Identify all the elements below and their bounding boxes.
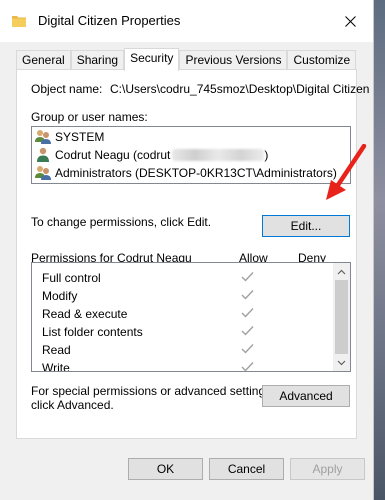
tab-security[interactable]: Security [124,48,180,71]
tab-previous-versions[interactable]: Previous Versions [179,50,288,70]
permission-row: Full control [32,269,332,287]
user-name: SYSTEM [55,130,105,144]
user-name: Administrators (DESKTOP-0KR13CT\Administ… [55,166,337,180]
scroll-thumb[interactable] [335,280,348,354]
list-item-codrut[interactable]: Codrut Neagu (codrut ) [34,146,269,164]
advanced-hint-line2: click Advanced. [31,398,114,412]
permissions-list[interactable]: Full control Modify Read & execute List … [31,262,351,372]
list-item-administrators[interactable]: Administrators (DESKTOP-0KR13CT\Administ… [34,164,337,182]
permissions-scrollbar[interactable] [333,263,350,371]
permission-row: Read & execute [32,305,332,323]
permission-row: Write [32,359,332,372]
group-users-icon [35,166,51,180]
desktop-background [373,0,385,500]
chevron-down-icon [337,360,346,365]
permission-row: List folder contents [32,323,332,341]
change-permissions-hint: To change permissions, click Edit. [31,215,212,229]
edit-button[interactable]: Edit... [262,215,350,237]
properties-dialog: Digital Citizen Properties General Shari… [0,0,374,500]
permission-row: Read [32,341,332,359]
group-users-icon [35,130,51,144]
object-name-label: Object name: [31,82,103,96]
security-panel: Object name: C:\Users\codru_745smoz\Desk… [16,69,369,439]
title-bar: Digital Citizen Properties [0,0,373,42]
annotation-arrow-icon [326,144,367,200]
permission-name: Full control [42,271,101,285]
check-icon [241,362,254,371]
list-item-system[interactable]: SYSTEM [34,128,104,146]
window-title: Digital Citizen Properties [38,13,181,28]
tab-customize[interactable]: Customize [287,50,357,70]
group-names-label: Group or user names: [31,110,148,124]
check-icon [241,326,254,336]
cancel-button[interactable]: Cancel [209,458,284,480]
advanced-button[interactable]: Advanced [262,385,350,407]
advanced-hint-line1: For special permissions or advanced sett… [31,384,275,398]
redacted-text [172,149,265,161]
scroll-up-button[interactable] [333,263,350,280]
permission-name: Modify [42,289,78,303]
permission-row: Modify [32,287,332,305]
ok-button[interactable]: OK [128,458,203,480]
user-name: Codrut Neagu (codrut [55,148,171,162]
permission-name: Write [42,361,70,372]
scroll-down-button[interactable] [333,354,350,371]
user-name-suffix: ) [264,148,269,162]
check-icon [241,344,254,354]
tab-strip: General Sharing Security Previous Versio… [16,48,357,71]
permission-name: List folder contents [42,325,143,339]
check-icon [241,290,254,300]
permission-name: Read [42,343,71,357]
check-icon [241,308,254,318]
close-button[interactable] [327,0,373,42]
check-icon [241,272,254,282]
object-name-value: C:\Users\codru_745smoz\Desktop\Digital C… [110,82,370,96]
chevron-up-icon [337,269,346,274]
folder-icon [12,16,26,27]
tab-general[interactable]: General [16,50,71,70]
tab-sharing[interactable]: Sharing [70,50,125,70]
apply-button[interactable]: Apply [290,458,365,480]
permission-name: Read & execute [42,307,128,321]
single-user-icon [37,147,49,162]
user-listbox[interactable]: SYSTEM Codrut Neagu (codrut ) Administra… [31,126,351,184]
close-icon [344,15,356,27]
